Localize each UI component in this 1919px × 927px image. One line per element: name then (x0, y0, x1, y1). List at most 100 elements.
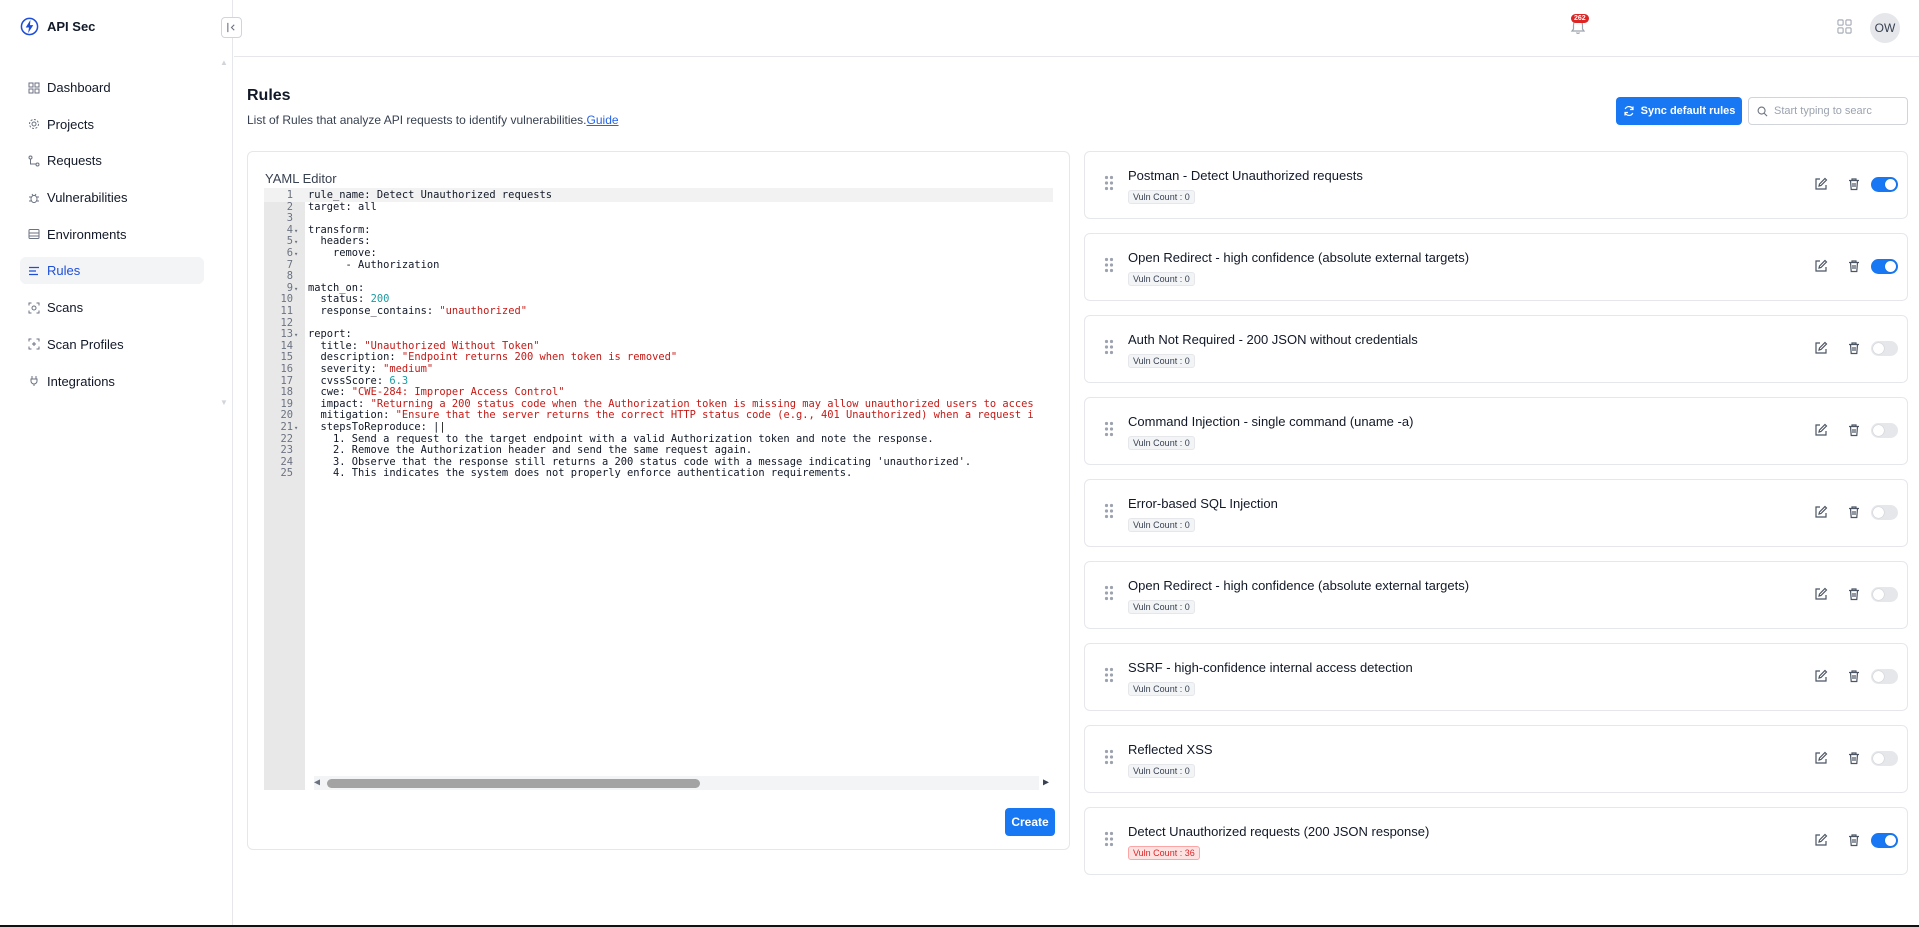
rule-title: Open Redirect - high confidence (absolut… (1128, 250, 1470, 265)
editor-label: YAML Editor (265, 171, 337, 186)
rule-title: SSRF - high-confidence internal access d… (1128, 660, 1413, 675)
dashboard-icon (28, 82, 40, 94)
drag-handle-icon[interactable] (1104, 749, 1114, 765)
line-number: 25 (280, 467, 293, 480)
vuln-count-badge: Vuln Count : 0 (1128, 354, 1195, 368)
rule-card[interactable]: Reflected XSS Vuln Count : 0 (1084, 725, 1908, 793)
rule-card[interactable]: Open Redirect - high confidence (absolut… (1084, 561, 1908, 629)
horizontal-scrollbar[interactable]: ◀ ▶ (314, 776, 1049, 790)
edit-icon[interactable] (1814, 587, 1828, 601)
sidebar-item-scans[interactable]: Scans (20, 294, 204, 321)
edit-icon[interactable] (1814, 751, 1828, 765)
rule-enabled-toggle[interactable] (1871, 587, 1898, 602)
sidebar-scroll-up-icon[interactable]: ▲ (220, 58, 228, 67)
sidebar-item-label: Integrations (47, 373, 115, 389)
drag-handle-icon[interactable] (1104, 667, 1114, 683)
sidebar-item-label: Projects (47, 116, 94, 132)
sidebar-item-rules[interactable]: Rules (20, 257, 204, 285)
scroll-left-icon[interactable]: ◀ (314, 777, 320, 788)
sidebar-item-label: Vulnerabilities (47, 190, 128, 206)
delete-icon[interactable] (1847, 669, 1861, 683)
scrollbar-thumb[interactable] (327, 779, 700, 788)
guide-link[interactable]: Guide (587, 113, 619, 127)
refresh-icon (1624, 105, 1634, 117)
rule-enabled-toggle[interactable] (1871, 259, 1898, 274)
sidebar-item-label: Requests (47, 153, 102, 169)
drag-handle-icon[interactable] (1104, 585, 1114, 601)
edit-icon[interactable] (1814, 423, 1828, 437)
rule-card[interactable]: Postman - Detect Unauthorized requests Vu… (1084, 151, 1908, 219)
sidebar-item-requests[interactable]: Requests (20, 147, 204, 174)
drag-handle-icon[interactable] (1104, 421, 1114, 437)
delete-icon[interactable] (1847, 505, 1861, 519)
search-box[interactable] (1748, 97, 1908, 125)
delete-icon[interactable] (1847, 587, 1861, 601)
vuln-count-badge: Vuln Count : 0 (1128, 764, 1195, 778)
app-name: API Sec (47, 19, 96, 34)
rule-card[interactable]: Detect Unauthorized requests (200 JSON r… (1084, 807, 1908, 875)
sidebar: API Sec ▲ ▼ Dashboard Projects Requests Vul… (0, 0, 233, 925)
sidebar-item-label: Scans (47, 300, 84, 316)
apps-grid-icon[interactable] (1837, 19, 1852, 34)
sidebar-item-vulnerabilities[interactable]: Vulnerabilities (20, 184, 204, 211)
drag-handle-icon[interactable] (1104, 257, 1114, 273)
brand[interactable]: API Sec (20, 17, 95, 36)
delete-icon[interactable] (1847, 751, 1861, 765)
rule-enabled-toggle[interactable] (1871, 505, 1898, 520)
sync-button-label: Sync default rules (1640, 105, 1736, 117)
rule-title: Detect Unauthorized requests (200 JSON r… (1128, 824, 1430, 839)
plug-icon (28, 375, 40, 387)
page-title: Rules (247, 87, 291, 104)
sidebar-item-environments[interactable]: Environments (20, 221, 204, 248)
vuln-count-badge: Vuln Count : 36 (1128, 846, 1200, 860)
rule-card[interactable]: Command Injection - single command (unam… (1084, 397, 1908, 465)
scroll-right-icon[interactable]: ▶ (1043, 777, 1049, 788)
rule-enabled-toggle[interactable] (1871, 833, 1898, 848)
environment-icon (28, 228, 40, 240)
drag-handle-icon[interactable] (1104, 175, 1114, 191)
sidebar-item-integrations[interactable]: Integrations (20, 368, 204, 395)
rule-card[interactable]: Error-based SQL Injection Vuln Count : 0 (1084, 479, 1908, 547)
rule-enabled-toggle[interactable] (1871, 177, 1898, 192)
rule-card[interactable]: SSRF - high-confidence internal access d… (1084, 643, 1908, 711)
vuln-count-badge: Vuln Count : 0 (1128, 436, 1195, 450)
rule-enabled-toggle[interactable] (1871, 423, 1898, 438)
drag-handle-icon[interactable] (1104, 831, 1114, 847)
vuln-count-badge: Vuln Count : 0 (1128, 682, 1195, 696)
sidebar-scroll-down-icon[interactable]: ▼ (220, 398, 228, 407)
code-line[interactable]: 25 4. This indicates the system does not… (264, 466, 1053, 480)
delete-icon[interactable] (1847, 423, 1861, 437)
rule-card[interactable]: Open Redirect - high confidence (absolut… (1084, 233, 1908, 301)
sidebar-item-dashboard[interactable]: Dashboard (20, 74, 204, 101)
delete-icon[interactable] (1847, 177, 1861, 191)
rule-enabled-toggle[interactable] (1871, 751, 1898, 766)
vuln-count-badge: Vuln Count : 0 (1128, 518, 1195, 532)
sidebar-item-label: Dashboard (47, 80, 111, 95)
drag-handle-icon[interactable] (1104, 503, 1114, 519)
edit-icon[interactable] (1814, 259, 1828, 273)
edit-icon[interactable] (1814, 833, 1828, 847)
rule-enabled-toggle[interactable] (1871, 669, 1898, 684)
sync-default-rules-button[interactable]: Sync default rules (1616, 97, 1742, 125)
description-text: List of Rules that analyze API requests … (247, 113, 587, 127)
edit-icon[interactable] (1814, 341, 1828, 355)
rule-card[interactable]: Auth Not Required - 200 JSON without cre… (1084, 315, 1908, 383)
route-icon (28, 155, 40, 167)
avatar[interactable]: OW (1870, 13, 1900, 43)
rule-enabled-toggle[interactable] (1871, 341, 1898, 356)
sidebar-item-projects[interactable]: Projects (20, 111, 204, 138)
create-button[interactable]: Create (1005, 808, 1055, 836)
edit-icon[interactable] (1814, 177, 1828, 191)
edit-icon[interactable] (1814, 669, 1828, 683)
delete-icon[interactable] (1847, 833, 1861, 847)
drag-handle-icon[interactable] (1104, 339, 1114, 355)
yaml-code-editor[interactable]: ◀ ▶ 1 rule_name: Detect Unauthorized requ… (264, 188, 1053, 790)
search-input[interactable] (1774, 105, 1899, 117)
delete-icon[interactable] (1847, 341, 1861, 355)
delete-icon[interactable] (1847, 259, 1861, 273)
rule-title: Command Injection - single command (unam… (1128, 414, 1414, 429)
sidebar-item-scan-profiles[interactable]: Scan Profiles (20, 331, 204, 358)
rule-title: Error-based SQL Injection (1128, 496, 1278, 511)
edit-icon[interactable] (1814, 505, 1828, 519)
rule-title: Reflected XSS (1128, 742, 1213, 757)
